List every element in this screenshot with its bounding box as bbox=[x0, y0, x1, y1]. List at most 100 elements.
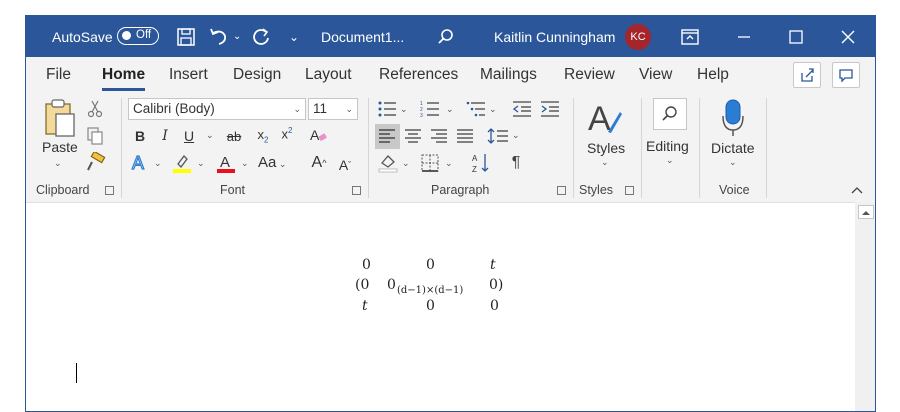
text-effects-icon[interactable]: A bbox=[130, 152, 150, 174]
comments-button[interactable] bbox=[832, 62, 860, 88]
tab-view[interactable]: View bbox=[639, 66, 672, 84]
autosave-toggle[interactable]: Off bbox=[117, 27, 159, 45]
subscript-icon[interactable]: x2 bbox=[254, 126, 272, 146]
superscript-icon[interactable]: x2 bbox=[278, 124, 296, 144]
cut-icon[interactable] bbox=[86, 99, 104, 119]
underline-dropdown-icon[interactable]: ⌄ bbox=[206, 130, 214, 141]
find-icon[interactable] bbox=[653, 98, 687, 130]
tab-references[interactable]: References bbox=[379, 66, 458, 84]
change-case-icon[interactable]: Aa ⌄ bbox=[258, 154, 286, 171]
redo-icon[interactable] bbox=[252, 16, 272, 57]
borders-dropdown-icon[interactable]: ⌄ bbox=[445, 158, 453, 169]
tab-layout[interactable]: Layout bbox=[305, 66, 352, 84]
multilevel-list-icon[interactable] bbox=[466, 99, 486, 119]
clear-formatting-icon[interactable]: A bbox=[308, 125, 328, 145]
ribbon-display-options-icon[interactable] bbox=[681, 16, 699, 57]
dictate-label[interactable]: Dictate bbox=[711, 140, 755, 156]
borders-icon[interactable] bbox=[420, 153, 440, 173]
paragraph-launcher-icon[interactable] bbox=[557, 186, 566, 195]
user-name[interactable]: Kaitlin Cunningham bbox=[494, 16, 615, 57]
share-icon bbox=[801, 68, 814, 82]
svg-text:A: A bbox=[310, 127, 320, 143]
format-painter-icon[interactable] bbox=[86, 152, 106, 172]
tab-design[interactable]: Design bbox=[233, 66, 281, 84]
group-separator bbox=[641, 98, 642, 198]
styles-label[interactable]: Styles bbox=[587, 140, 625, 156]
customize-quick-access-icon[interactable]: ⌄ bbox=[289, 16, 299, 57]
font-size-value: 11 bbox=[313, 101, 328, 116]
word-window: AutoSave Off ⌄ ⌄ Document1... Kaitlin Cu… bbox=[25, 15, 876, 412]
shading-dropdown-icon[interactable]: ⌄ bbox=[402, 158, 410, 169]
copy-icon[interactable] bbox=[86, 126, 104, 146]
share-button[interactable] bbox=[793, 62, 821, 88]
sort-icon[interactable]: AZ bbox=[471, 152, 491, 174]
line-spacing-icon[interactable] bbox=[487, 126, 509, 146]
show-formatting-marks-icon[interactable]: ¶ bbox=[507, 153, 525, 173]
maximize-icon[interactable] bbox=[789, 16, 803, 57]
document-canvas[interactable]: 0 0 t (0 0 (d−1)×(d−1) 0) t 0 0 bbox=[26, 202, 875, 411]
autosave-label: AutoSave bbox=[52, 28, 113, 45]
bullets-icon[interactable] bbox=[377, 99, 397, 119]
highlight-color-icon[interactable] bbox=[172, 152, 192, 174]
avatar[interactable]: KC bbox=[625, 24, 651, 50]
font-name-value: Calibri (Body) bbox=[133, 101, 215, 116]
tab-mailings[interactable]: Mailings bbox=[480, 66, 537, 84]
tab-help[interactable]: Help bbox=[697, 66, 729, 84]
align-left-icon[interactable] bbox=[377, 126, 397, 146]
editing-label[interactable]: Editing bbox=[646, 138, 689, 154]
tab-home[interactable]: Home bbox=[102, 66, 145, 84]
justify-icon[interactable] bbox=[455, 126, 475, 146]
tab-insert[interactable]: Insert bbox=[169, 66, 208, 84]
font-size-combo[interactable]: 11 ⌄ bbox=[308, 98, 358, 120]
document-title: Document1... bbox=[321, 28, 405, 45]
styles-launcher-icon[interactable] bbox=[625, 186, 634, 195]
bullets-dropdown-icon[interactable]: ⌄ bbox=[400, 104, 408, 115]
styles-icon[interactable]: A bbox=[586, 98, 624, 138]
undo-dropdown-icon[interactable]: ⌄ bbox=[233, 16, 241, 57]
save-icon[interactable] bbox=[176, 16, 196, 57]
decrease-indent-icon[interactable] bbox=[512, 99, 532, 119]
strikethrough-icon[interactable]: ab bbox=[223, 126, 245, 146]
line-spacing-dropdown-icon[interactable]: ⌄ bbox=[512, 130, 520, 141]
numbering-dropdown-icon[interactable]: ⌄ bbox=[446, 104, 454, 115]
matrix-cell: t bbox=[362, 298, 368, 314]
font-name-combo[interactable]: Calibri (Body) ⌄ bbox=[128, 98, 306, 120]
collapse-ribbon-icon[interactable] bbox=[850, 184, 864, 196]
tab-review[interactable]: Review bbox=[564, 66, 615, 84]
text-cursor bbox=[76, 363, 77, 383]
minimize-icon[interactable] bbox=[737, 16, 751, 57]
increase-indent-icon[interactable] bbox=[540, 99, 560, 119]
multilevel-dropdown-icon[interactable]: ⌄ bbox=[489, 104, 497, 115]
clipboard-launcher-icon[interactable] bbox=[105, 186, 114, 195]
grow-font-icon[interactable]: A ^ bbox=[309, 153, 329, 173]
matrix-cell: 0 bbox=[362, 257, 371, 273]
paste-label[interactable]: Paste bbox=[42, 139, 78, 155]
underline-icon[interactable]: U bbox=[181, 126, 197, 146]
toggle-knob bbox=[122, 31, 131, 40]
shading-icon[interactable] bbox=[378, 153, 398, 173]
vertical-scrollbar[interactable] bbox=[855, 202, 875, 411]
editing-dropdown-icon[interactable]: ⌄ bbox=[666, 155, 674, 166]
undo-icon[interactable] bbox=[208, 16, 230, 57]
font-color-dropdown-icon[interactable]: ⌄ bbox=[241, 158, 249, 169]
close-icon[interactable] bbox=[841, 16, 855, 57]
tab-file[interactable]: File bbox=[46, 66, 71, 84]
paste-dropdown-icon[interactable]: ⌄ bbox=[54, 158, 62, 169]
matrix-cell: t bbox=[490, 257, 496, 273]
text-effects-dropdown-icon[interactable]: ⌄ bbox=[154, 158, 162, 169]
paste-icon[interactable] bbox=[42, 98, 78, 138]
highlight-dropdown-icon[interactable]: ⌄ bbox=[197, 158, 205, 169]
bold-icon[interactable]: B bbox=[132, 126, 148, 146]
search-icon[interactable] bbox=[437, 16, 455, 57]
align-right-icon[interactable] bbox=[429, 126, 449, 146]
font-launcher-icon[interactable] bbox=[352, 186, 361, 195]
shrink-font-icon[interactable]: Aˇ bbox=[335, 155, 355, 175]
styles-dropdown-icon[interactable]: ⌄ bbox=[601, 157, 609, 168]
font-color-icon[interactable]: A bbox=[216, 152, 236, 174]
dictate-dropdown-icon[interactable]: ⌄ bbox=[729, 157, 737, 168]
numbering-icon[interactable]: 123 bbox=[420, 99, 440, 119]
scroll-up-button[interactable] bbox=[858, 205, 874, 219]
align-center-icon[interactable] bbox=[403, 126, 423, 146]
microphone-icon[interactable] bbox=[719, 98, 747, 138]
italic-icon[interactable]: I bbox=[157, 126, 173, 146]
